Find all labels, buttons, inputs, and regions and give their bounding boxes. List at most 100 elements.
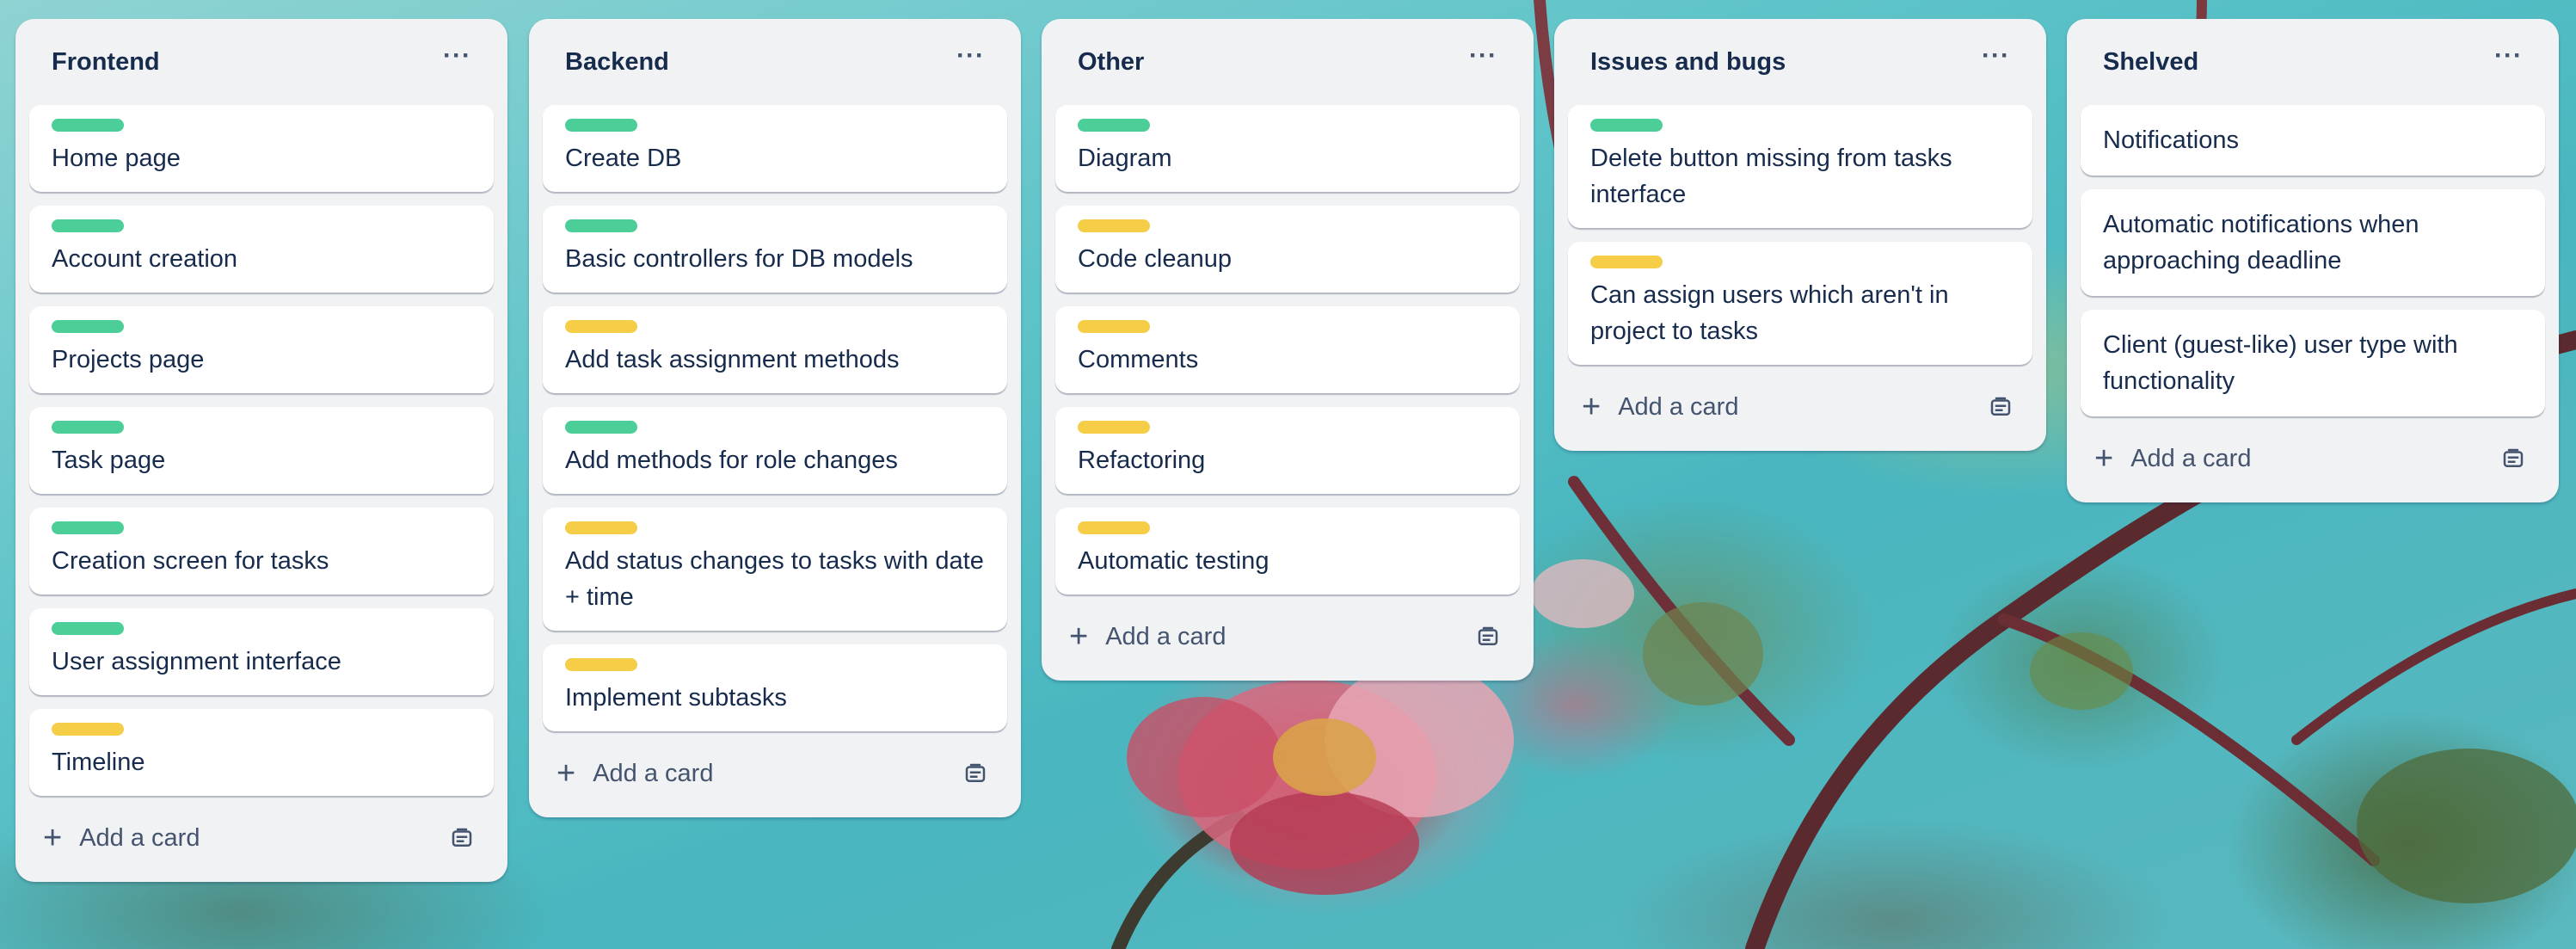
- label-green[interactable]: [565, 421, 637, 434]
- label-green[interactable]: [52, 421, 124, 434]
- list-footer: + Add a card: [1568, 372, 2032, 442]
- card[interactable]: Automatic testing: [1055, 508, 1520, 595]
- label-green[interactable]: [565, 219, 637, 232]
- label-green[interactable]: [1078, 119, 1150, 132]
- label-yellow[interactable]: [565, 320, 637, 333]
- card[interactable]: Home page: [29, 105, 494, 192]
- card-template-icon[interactable]: [962, 761, 988, 786]
- card[interactable]: Code cleanup: [1055, 206, 1520, 293]
- card[interactable]: Refactoring: [1055, 407, 1520, 494]
- card[interactable]: Add task assignment methods: [543, 306, 1007, 393]
- plus-icon: +: [1582, 389, 1602, 425]
- card-title: Account creation: [52, 245, 238, 273]
- card[interactable]: Notifications: [2081, 105, 2545, 176]
- label-green[interactable]: [565, 119, 637, 132]
- card[interactable]: Creation screen for tasks: [29, 508, 494, 595]
- label-yellow[interactable]: [565, 658, 637, 671]
- card-template-icon[interactable]: [1988, 394, 2013, 420]
- card[interactable]: Add methods for role changes: [543, 407, 1007, 494]
- list-title[interactable]: Other: [1078, 48, 1144, 77]
- add-card-label: Add a card: [1618, 392, 1739, 421]
- list-title[interactable]: Frontend: [52, 48, 160, 77]
- card-title: Automatic testing: [1078, 547, 1270, 575]
- list-footer: + Add a card: [543, 738, 1007, 809]
- card-title: Code cleanup: [1078, 245, 1232, 273]
- card[interactable]: Account creation: [29, 206, 494, 293]
- card[interactable]: Create DB: [543, 105, 1007, 192]
- card-list: Home page Account creation Projects page…: [29, 105, 494, 796]
- card[interactable]: Comments: [1055, 306, 1520, 393]
- card-template-icon[interactable]: [449, 825, 475, 851]
- card-title: Add methods for role changes: [565, 447, 898, 474]
- label-yellow[interactable]: [1078, 320, 1150, 333]
- list-header: Backend ···: [543, 19, 1007, 105]
- card-title: Diagram: [1078, 145, 1172, 172]
- add-card-button[interactable]: + Add a card: [1069, 620, 1226, 653]
- list-header: Issues and bugs ···: [1568, 19, 2032, 105]
- plus-icon: +: [1069, 619, 1089, 655]
- card[interactable]: Add status changes to tasks with date + …: [543, 508, 1007, 631]
- label-green[interactable]: [52, 219, 124, 232]
- card-title: Add status changes to tasks with date + …: [565, 547, 984, 611]
- card[interactable]: User assignment interface: [29, 608, 494, 695]
- label-yellow[interactable]: [1078, 219, 1150, 232]
- more-horizontal-icon[interactable]: ···: [2494, 43, 2523, 81]
- card[interactable]: Client (guest-like) user type with funct…: [2081, 310, 2545, 416]
- plus-icon: +: [2094, 441, 2114, 477]
- card[interactable]: Projects page: [29, 306, 494, 393]
- list-backend: Backend ··· Create DB Basic controllers …: [529, 19, 1021, 817]
- card[interactable]: Implement subtasks: [543, 644, 1007, 731]
- card-title: Refactoring: [1078, 447, 1206, 474]
- card-title: Create DB: [565, 145, 682, 172]
- card[interactable]: Delete button missing from tasks interfa…: [1568, 105, 2032, 228]
- list-title[interactable]: Shelved: [2103, 48, 2198, 77]
- card[interactable]: Can assign users which aren't in project…: [1568, 242, 2032, 365]
- add-card-button[interactable]: + Add a card: [43, 822, 200, 854]
- label-yellow[interactable]: [565, 521, 637, 534]
- list-title[interactable]: Backend: [565, 48, 669, 77]
- list-title[interactable]: Issues and bugs: [1590, 48, 1786, 77]
- list-shelved: Shelved ··· Notifications Automatic noti…: [2067, 19, 2559, 502]
- card-title: Delete button missing from tasks interfa…: [1590, 145, 1952, 208]
- list-header: Other ···: [1055, 19, 1520, 105]
- add-card-button[interactable]: + Add a card: [556, 757, 713, 790]
- label-green[interactable]: [52, 622, 124, 635]
- card-list: Create DB Basic controllers for DB model…: [543, 105, 1007, 731]
- label-yellow[interactable]: [52, 723, 124, 736]
- card[interactable]: Timeline: [29, 709, 494, 796]
- label-green[interactable]: [1590, 119, 1663, 132]
- more-horizontal-icon[interactable]: ···: [1469, 43, 1497, 81]
- label-green[interactable]: [52, 521, 124, 534]
- card-list: Notifications Automatic notifications wh…: [2081, 105, 2545, 416]
- card-title: Implement subtasks: [565, 684, 787, 712]
- plus-icon: +: [556, 755, 576, 792]
- list-footer: + Add a card: [1055, 601, 1520, 672]
- card[interactable]: Basic controllers for DB models: [543, 206, 1007, 293]
- card[interactable]: Diagram: [1055, 105, 1520, 192]
- card-title: User assignment interface: [52, 648, 341, 675]
- card-title: Can assign users which aren't in project…: [1590, 281, 1949, 345]
- card-title: Projects page: [52, 346, 205, 373]
- card-title: Timeline: [52, 749, 145, 776]
- card[interactable]: Automatic notifications when approaching…: [2081, 189, 2545, 296]
- label-yellow[interactable]: [1078, 421, 1150, 434]
- add-card-button[interactable]: + Add a card: [2094, 442, 2251, 475]
- list-header: Frontend ···: [29, 19, 494, 105]
- label-green[interactable]: [52, 320, 124, 333]
- label-yellow[interactable]: [1590, 256, 1663, 268]
- more-horizontal-icon[interactable]: ···: [1982, 43, 2010, 81]
- card-template-icon[interactable]: [2500, 446, 2526, 471]
- more-horizontal-icon[interactable]: ···: [443, 43, 471, 81]
- add-card-button[interactable]: + Add a card: [1582, 391, 1738, 423]
- list-footer: + Add a card: [2081, 423, 2545, 494]
- label-yellow[interactable]: [1078, 521, 1150, 534]
- add-card-label: Add a card: [2130, 444, 2252, 472]
- card-template-icon[interactable]: [1475, 624, 1501, 650]
- add-card-label: Add a card: [79, 823, 200, 852]
- card-title: Automatic notifications when approaching…: [2103, 211, 2419, 274]
- plus-icon: +: [43, 820, 63, 856]
- card-title: Creation screen for tasks: [52, 547, 329, 575]
- more-horizontal-icon[interactable]: ···: [956, 43, 985, 81]
- card[interactable]: Task page: [29, 407, 494, 494]
- label-green[interactable]: [52, 119, 124, 132]
